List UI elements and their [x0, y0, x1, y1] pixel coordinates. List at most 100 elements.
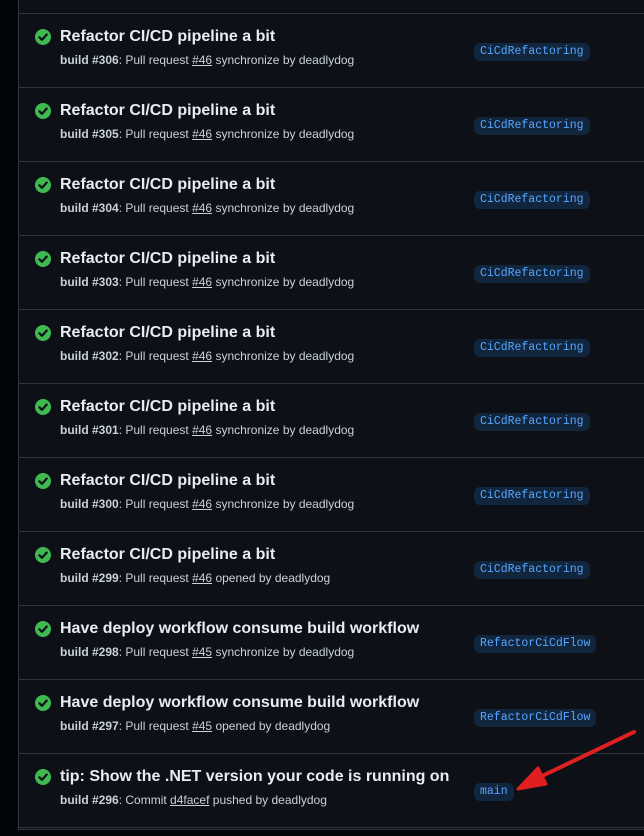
- trigger-kind: Pull request: [125, 497, 189, 511]
- run-title-link[interactable]: Have deploy workflow consume build workf…: [60, 694, 419, 712]
- branch-badge[interactable]: CiCdRefactoring: [474, 117, 590, 135]
- trigger-event: synchronize: [215, 53, 280, 67]
- check-circle-icon: [35, 621, 51, 637]
- trigger-event: synchronize: [215, 201, 280, 215]
- actor: by deadlydog: [282, 497, 355, 511]
- run-row[interactable]: Refactor CI/CD pipeline a bit build #303:…: [19, 236, 644, 310]
- trigger-kind: Pull request: [125, 275, 189, 289]
- run-meta: build #300: Pull request #46 synchronize…: [60, 497, 354, 511]
- run-meta: build #301: Pull request #46 synchronize…: [60, 423, 354, 437]
- workflow-runs-list: Refactor CI/CD pipeline a bit build #306:…: [18, 0, 644, 830]
- trigger-event: synchronize: [215, 423, 280, 437]
- trigger-kind: Pull request: [125, 719, 189, 733]
- build-number: build #301: [60, 423, 119, 437]
- run-row[interactable]: Refactor CI/CD pipeline a bit build #302:…: [19, 310, 644, 384]
- run-row[interactable]: Refactor CI/CD pipeline a bit build #304:…: [19, 162, 644, 236]
- build-number: build #302: [60, 349, 119, 363]
- trigger-ref-link[interactable]: #46: [192, 423, 212, 437]
- branch-badge[interactable]: CiCdRefactoring: [474, 487, 590, 505]
- branch-badge[interactable]: CiCdRefactoring: [474, 561, 590, 579]
- trigger-kind: Pull request: [125, 53, 189, 67]
- trigger-kind: Pull request: [125, 645, 189, 659]
- check-circle-icon: [35, 29, 51, 45]
- run-meta: build #302: Pull request #46 synchronize…: [60, 349, 354, 363]
- trigger-ref-link[interactable]: #45: [192, 719, 212, 733]
- run-row[interactable]: tip: Show the .NET version your code is …: [19, 754, 644, 828]
- trigger-event: synchronize: [215, 127, 280, 141]
- check-circle-icon: [35, 547, 51, 563]
- trigger-ref-link[interactable]: #46: [192, 497, 212, 511]
- branch-badge[interactable]: CiCdRefactoring: [474, 191, 590, 209]
- branch-badge[interactable]: CiCdRefactoring: [474, 339, 590, 357]
- check-circle-icon: [35, 103, 51, 119]
- trigger-ref-link[interactable]: d4facef: [170, 793, 209, 807]
- branch-badge[interactable]: CiCdRefactoring: [474, 265, 590, 283]
- run-title-link[interactable]: Refactor CI/CD pipeline a bit: [60, 398, 275, 416]
- branch-badge[interactable]: CiCdRefactoring: [474, 413, 590, 431]
- run-title-link[interactable]: Refactor CI/CD pipeline a bit: [60, 28, 275, 46]
- build-number: build #305: [60, 127, 119, 141]
- trigger-event: synchronize: [215, 645, 280, 659]
- build-number: build #306: [60, 53, 119, 67]
- actor: by deadlydog: [282, 423, 355, 437]
- actor: by deadlydog: [282, 645, 355, 659]
- check-circle-icon: [35, 251, 51, 267]
- run-row[interactable]: Refactor CI/CD pipeline a bit build #299:…: [19, 532, 644, 606]
- run-meta: build #299: Pull request #46 opened by d…: [60, 571, 330, 585]
- actor: by deadlydog: [258, 719, 331, 733]
- run-row[interactable]: Refactor CI/CD pipeline a bit build #305:…: [19, 88, 644, 162]
- run-title-link[interactable]: Refactor CI/CD pipeline a bit: [60, 472, 275, 490]
- run-row[interactable]: Have deploy workflow consume build workf…: [19, 606, 644, 680]
- run-row[interactable]: Have deploy workflow consume build workf…: [19, 680, 644, 754]
- trigger-kind: Commit: [125, 793, 167, 807]
- actor: by deadlydog: [282, 275, 355, 289]
- trigger-ref-link[interactable]: #46: [192, 201, 212, 215]
- run-title-link[interactable]: Refactor CI/CD pipeline a bit: [60, 546, 275, 564]
- trigger-event: synchronize: [215, 275, 280, 289]
- run-row[interactable]: Refactor CI/CD pipeline a bit build #306:…: [19, 14, 644, 88]
- run-title-link[interactable]: Refactor CI/CD pipeline a bit: [60, 102, 275, 120]
- trigger-ref-link[interactable]: #46: [192, 349, 212, 363]
- branch-badge[interactable]: RefactorCiCdFlow: [474, 709, 597, 727]
- run-title-link[interactable]: tip: Show the .NET version your code is …: [60, 768, 449, 786]
- actor: by deadlydog: [255, 793, 327, 807]
- build-number: build #299: [60, 571, 119, 585]
- run-meta: build #305: Pull request #46 synchronize…: [60, 127, 354, 141]
- run-meta: build #304: Pull request #46 synchronize…: [60, 201, 354, 215]
- run-row[interactable]: Refactor CI/CD pipeline a bit build #301:…: [19, 384, 644, 458]
- actor: by deadlydog: [258, 571, 331, 585]
- trigger-event: synchronize: [215, 497, 280, 511]
- trigger-kind: Pull request: [125, 571, 189, 585]
- check-circle-icon: [35, 769, 51, 785]
- branch-badge[interactable]: CiCdRefactoring: [474, 43, 590, 61]
- branch-badge[interactable]: RefactorCiCdFlow: [474, 635, 597, 653]
- actor: by deadlydog: [282, 127, 355, 141]
- trigger-ref-link[interactable]: #45: [192, 645, 212, 659]
- run-title-link[interactable]: Refactor CI/CD pipeline a bit: [60, 176, 275, 194]
- actor: by deadlydog: [282, 349, 355, 363]
- build-number: build #303: [60, 275, 119, 289]
- trigger-kind: Pull request: [125, 423, 189, 437]
- check-circle-icon: [35, 473, 51, 489]
- trigger-event: opened: [215, 719, 256, 733]
- run-title-link[interactable]: Have deploy workflow consume build workf…: [60, 620, 419, 638]
- run-title-link[interactable]: Refactor CI/CD pipeline a bit: [60, 250, 275, 268]
- actor: by deadlydog: [282, 53, 355, 67]
- run-meta: build #296: Commit d4facef pushed by dea…: [60, 793, 327, 807]
- branch-badge[interactable]: main: [474, 783, 514, 801]
- trigger-event: synchronize: [215, 349, 280, 363]
- run-row[interactable]: Refactor CI/CD pipeline a bit build #300:…: [19, 458, 644, 532]
- trigger-ref-link[interactable]: #46: [192, 127, 212, 141]
- trigger-kind: Pull request: [125, 349, 189, 363]
- run-meta: build #298: Pull request #45 synchronize…: [60, 645, 354, 659]
- run-meta: build #297: Pull request #45 opened by d…: [60, 719, 330, 733]
- trigger-ref-link[interactable]: #46: [192, 275, 212, 289]
- build-number: build #298: [60, 645, 119, 659]
- run-title-link[interactable]: Refactor CI/CD pipeline a bit: [60, 324, 275, 342]
- trigger-kind: Pull request: [125, 127, 189, 141]
- trigger-event: pushed: [212, 793, 253, 807]
- actor: by deadlydog: [282, 201, 355, 215]
- trigger-ref-link[interactable]: #46: [192, 53, 212, 67]
- check-circle-icon: [35, 695, 51, 711]
- trigger-ref-link[interactable]: #46: [192, 571, 212, 585]
